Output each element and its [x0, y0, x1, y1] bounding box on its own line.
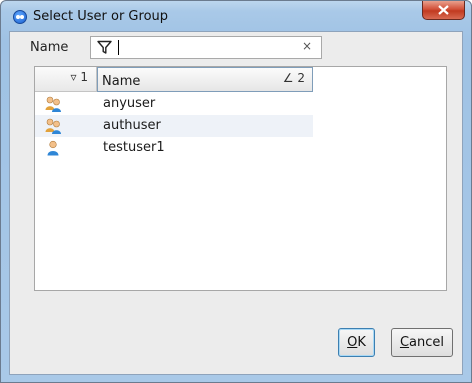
sort-indicator: ▿ 1	[70, 70, 88, 84]
cancel-label: ancel	[409, 335, 445, 350]
ok-button[interactable]: OK	[338, 328, 375, 357]
user-group-table[interactable]: ▿ 1 Name ∠ 2 anyuser authuser testuser1	[34, 66, 447, 291]
close-icon	[438, 5, 449, 15]
user-name: anyuser	[103, 96, 156, 111]
title-bar[interactable]: Select User or Group	[1, 1, 471, 31]
name-filter-input[interactable]: ×	[90, 36, 322, 59]
cancel-button[interactable]: Cancel	[391, 328, 453, 357]
window-title: Select User or Group	[33, 9, 169, 24]
text-cursor	[118, 40, 119, 55]
user-icon	[47, 140, 59, 156]
table-row[interactable]: testuser1	[35, 137, 313, 159]
app-icon	[13, 10, 27, 24]
user-group-icon	[45, 96, 61, 112]
dialog-window: Select User or Group Name × ▿ 1 Name ∠ 2	[0, 0, 472, 383]
user-name: testuser1	[103, 140, 165, 155]
column-header-name[interactable]: Name ∠ 2	[97, 67, 313, 92]
user-name: authuser	[103, 118, 161, 133]
table-body: anyuser authuser testuser1	[35, 93, 446, 159]
ok-mnemonic: O	[347, 335, 358, 350]
user-group-icon	[45, 118, 61, 134]
table-row[interactable]: anyuser	[35, 93, 313, 115]
clear-filter-icon[interactable]: ×	[302, 39, 312, 53]
close-button[interactable]	[422, 1, 465, 20]
column-header-icon[interactable]: ▿ 1	[35, 67, 97, 92]
filter-label: Name	[30, 40, 69, 55]
filter-icon[interactable]	[97, 40, 112, 55]
cancel-mnemonic: C	[399, 335, 410, 350]
table-header: ▿ 1 Name ∠ 2	[35, 67, 313, 92]
table-row[interactable]: authuser	[35, 115, 313, 137]
sort-indicator: ∠ 2	[282, 71, 305, 85]
ok-label: K	[357, 335, 366, 350]
column-header-label: Name	[102, 74, 141, 89]
